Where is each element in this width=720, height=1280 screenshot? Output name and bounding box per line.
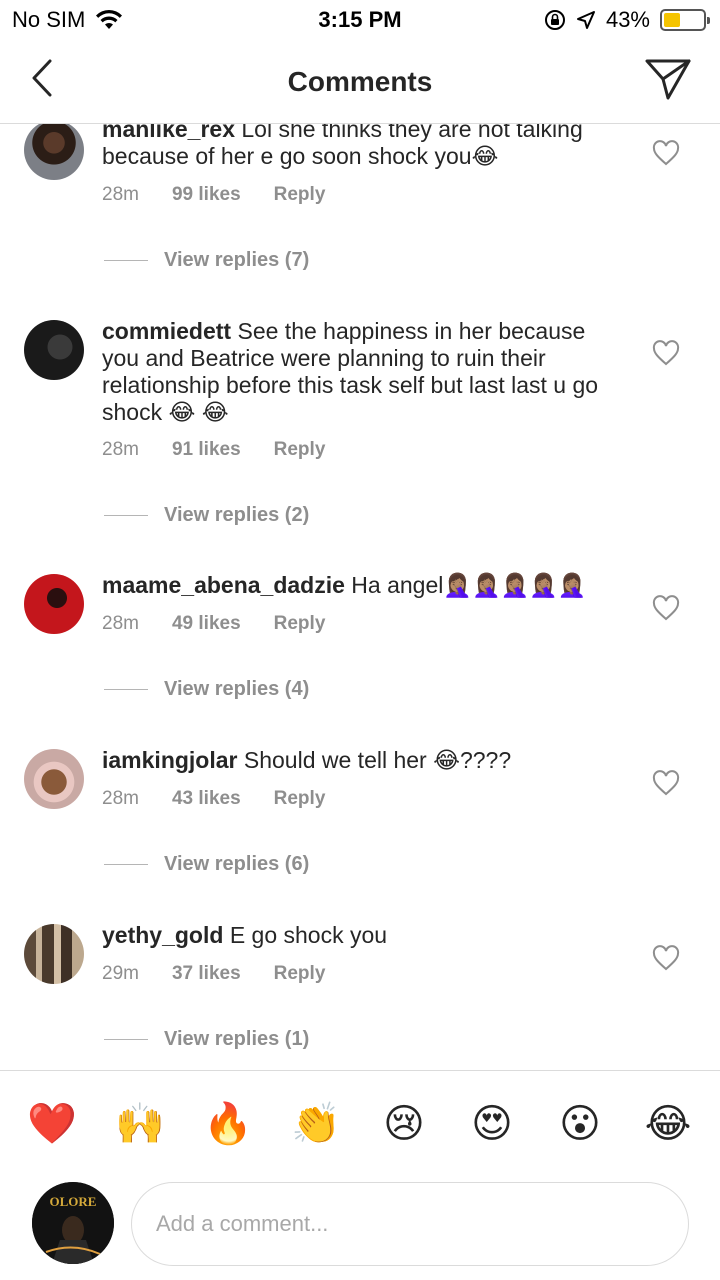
comment-time: 29m bbox=[102, 963, 139, 984]
comment-text: yethy_gold E go shock you bbox=[102, 922, 622, 949]
comment-username[interactable]: commiedett bbox=[102, 318, 231, 344]
view-replies-button[interactable]: View replies (7) bbox=[104, 249, 309, 272]
avatar: OLORE bbox=[32, 1182, 114, 1264]
paper-plane-icon bbox=[645, 59, 691, 100]
view-replies-button[interactable]: View replies (2) bbox=[104, 504, 309, 527]
comment-text: commiedett See the happiness in her beca… bbox=[102, 318, 622, 426]
comment-likes[interactable]: 91 likes bbox=[172, 439, 241, 461]
divider bbox=[104, 515, 148, 516]
reply-button[interactable]: Reply bbox=[274, 963, 326, 985]
comment-time: 28m bbox=[102, 439, 139, 460]
comment-time: 28m bbox=[102, 788, 139, 809]
view-replies-label: View replies (6) bbox=[164, 853, 310, 875]
comment-content: Ha angel🤦🏽‍♀️🤦🏽‍♀️🤦🏽‍♀️🤦🏽‍♀️🤦🏽‍♀️ bbox=[351, 572, 587, 598]
comment-username[interactable]: maame_abena_dadzie bbox=[102, 572, 345, 598]
battery-percent: 43% bbox=[605, 7, 650, 32]
reply-button[interactable]: Reply bbox=[274, 184, 326, 206]
heart-icon[interactable] bbox=[652, 945, 680, 971]
comment-content: E go shock you bbox=[229, 922, 388, 948]
heart-icon[interactable] bbox=[652, 140, 680, 166]
header: Comments bbox=[0, 40, 720, 124]
comment-likes[interactable]: 43 likes bbox=[172, 788, 241, 810]
reply-button[interactable]: Reply bbox=[274, 613, 326, 635]
comment-meta: 28m 49 likes Reply bbox=[102, 613, 325, 635]
comment-likes[interactable]: 37 likes bbox=[172, 963, 241, 985]
battery-fill bbox=[664, 13, 681, 27]
view-replies-button[interactable]: View replies (1) bbox=[104, 1028, 309, 1051]
emoji-laughing-button[interactable]: 😂 bbox=[638, 1104, 698, 1144]
emoji-heart-button[interactable]: ❤️ bbox=[22, 1104, 82, 1144]
comment-likes[interactable]: 49 likes bbox=[172, 613, 241, 635]
emoji-raised-hands-button[interactable]: 🙌 bbox=[110, 1104, 170, 1144]
divider bbox=[104, 864, 148, 865]
status-bar: No SIM 3:15 PM 43% bbox=[0, 0, 720, 40]
comment-likes[interactable]: 99 likes bbox=[172, 184, 241, 206]
avatar[interactable] bbox=[24, 124, 84, 180]
divider bbox=[104, 1039, 148, 1040]
emoji-fire-button[interactable]: 🔥 bbox=[198, 1104, 258, 1144]
reply-button[interactable]: Reply bbox=[274, 788, 326, 810]
comment-item: yethy_gold E go shock you 29m 37 likes R… bbox=[0, 920, 720, 1070]
comment-time: 28m bbox=[102, 184, 139, 205]
divider bbox=[104, 260, 148, 261]
heart-icon[interactable] bbox=[652, 770, 680, 796]
view-replies-button[interactable]: View replies (6) bbox=[104, 853, 309, 876]
avatar[interactable] bbox=[24, 924, 84, 984]
emoji-crying-button[interactable]: 😢 bbox=[374, 1104, 434, 1144]
view-replies-label: View replies (4) bbox=[164, 678, 310, 700]
location-icon bbox=[576, 11, 595, 29]
view-replies-label: View replies (1) bbox=[164, 1028, 310, 1050]
profile-picture: OLORE bbox=[32, 1182, 114, 1264]
comment-meta: 28m 91 likes Reply bbox=[102, 439, 325, 461]
avatar-text: OLORE bbox=[50, 1194, 97, 1209]
comment-item: manlike_rex Lol she thinks they are not … bbox=[0, 124, 720, 300]
comment-meta: 28m 99 likes Reply bbox=[102, 184, 325, 206]
reply-button[interactable]: Reply bbox=[274, 439, 326, 461]
heart-icon[interactable] bbox=[652, 595, 680, 621]
emoji-surprised-button[interactable]: 😮 bbox=[550, 1104, 610, 1144]
divider bbox=[104, 689, 148, 690]
comment-item: iamkingjolar Should we tell her 😂???? 28… bbox=[0, 745, 720, 901]
emoji-clap-button[interactable]: 👏 bbox=[286, 1104, 346, 1144]
comment-time: 28m bbox=[102, 613, 139, 634]
comment-composer: OLORE bbox=[0, 1176, 720, 1280]
comment-item: maame_abena_dadzie Ha angel🤦🏽‍♀️🤦🏽‍♀️🤦🏽‍… bbox=[0, 570, 720, 726]
status-right: 43% bbox=[544, 7, 710, 33]
comment-username[interactable]: iamkingjolar bbox=[102, 747, 237, 773]
comment-username[interactable]: manlike_rex bbox=[102, 124, 235, 142]
comment-text: maame_abena_dadzie Ha angel🤦🏽‍♀️🤦🏽‍♀️🤦🏽‍… bbox=[102, 572, 622, 599]
comment-meta: 29m 37 likes Reply bbox=[102, 963, 325, 985]
comment-meta: 28m 43 likes Reply bbox=[102, 788, 325, 810]
comment-item: commiedett See the happiness in her beca… bbox=[0, 318, 720, 538]
orientation-lock-icon bbox=[544, 10, 565, 30]
view-replies-label: View replies (2) bbox=[164, 504, 310, 526]
avatar[interactable] bbox=[24, 574, 84, 634]
page-title: Comments bbox=[287, 66, 433, 97]
comment-text: manlike_rex Lol she thinks they are not … bbox=[102, 124, 622, 170]
comment-input[interactable] bbox=[131, 1182, 689, 1266]
share-button[interactable] bbox=[644, 56, 692, 102]
view-replies-button[interactable]: View replies (4) bbox=[104, 678, 309, 701]
emoji-heart-eyes-button[interactable]: 😍 bbox=[462, 1104, 522, 1144]
avatar[interactable] bbox=[24, 320, 84, 380]
heart-icon[interactable] bbox=[652, 340, 680, 366]
emoji-bar: ❤️ 🙌 🔥 👏 😢 😍 😮 😂 bbox=[0, 1070, 720, 1176]
view-replies-label: View replies (7) bbox=[164, 249, 310, 271]
comments-list[interactable]: manlike_rex Lol she thinks they are not … bbox=[0, 124, 720, 1070]
comment-username[interactable]: yethy_gold bbox=[102, 922, 223, 948]
battery-icon bbox=[660, 9, 710, 31]
comment-text: iamkingjolar Should we tell her 😂???? bbox=[102, 747, 622, 774]
comment-content: Should we tell her 😂???? bbox=[243, 747, 512, 773]
avatar[interactable] bbox=[24, 749, 84, 809]
